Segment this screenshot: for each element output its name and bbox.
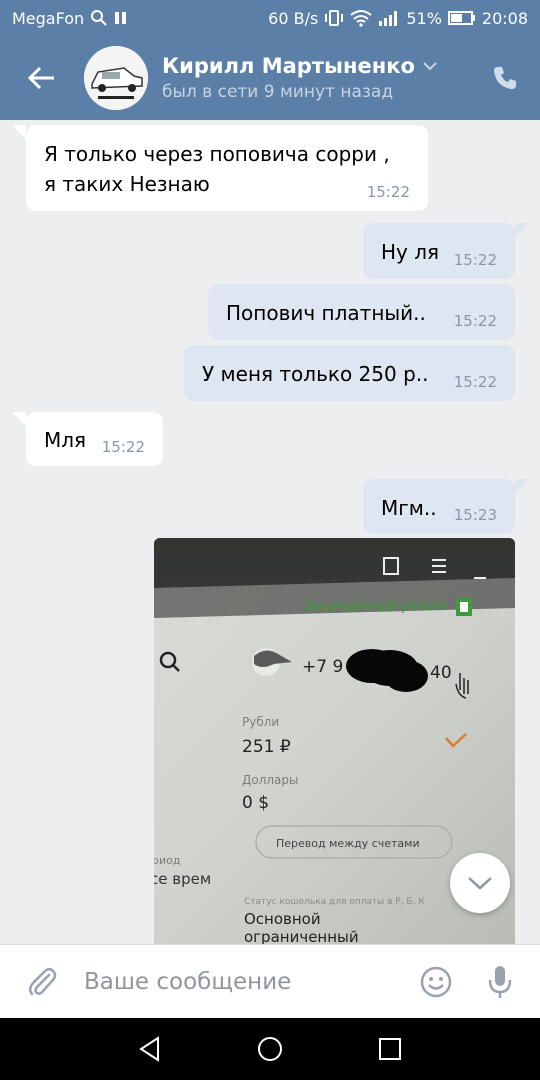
battery-percent: 51% xyxy=(406,8,442,28)
message-text: я таких Незнаю xyxy=(44,172,210,196)
photo-dollars-value: 0 $ xyxy=(242,793,269,813)
photo-secure-mode: Защищённый режим xyxy=(304,599,447,614)
system-nav-bar xyxy=(0,1018,540,1080)
clock: 20:08 xyxy=(481,8,528,28)
message-input[interactable] xyxy=(84,968,404,995)
message-time: 15:22 xyxy=(453,312,497,330)
message-text: Мля xyxy=(44,428,87,452)
emoji-button[interactable] xyxy=(404,945,468,1019)
photo-left-fragment: риод xyxy=(154,854,181,867)
paperclip-icon xyxy=(29,967,57,995)
photo-rubles-value: 251 ₽ xyxy=(242,737,291,757)
battery-icon xyxy=(447,11,476,25)
nav-back-button[interactable] xyxy=(120,1019,180,1079)
attach-button[interactable] xyxy=(0,945,84,1019)
chevron-down-icon xyxy=(423,62,437,71)
nav-home-button[interactable] xyxy=(240,1019,300,1079)
message-composer xyxy=(0,944,540,1018)
photo-phone: +7 9 xyxy=(302,657,343,677)
bubble-tail xyxy=(12,125,26,139)
message-bubble-incoming[interactable]: Мля 15:22 xyxy=(26,412,163,466)
network-speed: 60 B/s xyxy=(268,8,319,28)
message-time: 15:23 xyxy=(453,506,497,524)
photo-dollars-label: Доллары xyxy=(242,773,299,787)
search-icon xyxy=(90,9,108,27)
message-text: Попович платный.. xyxy=(226,301,426,325)
avatar[interactable] xyxy=(84,46,148,110)
pause-icon xyxy=(114,10,128,26)
message-text: У меня только 250 р.. xyxy=(202,362,429,386)
message-bubble-incoming[interactable]: Я только через поповича сорри , я таких … xyxy=(26,125,428,211)
message-text: Ну ля xyxy=(381,240,440,264)
message-time: 15:22 xyxy=(366,183,410,201)
bubble-tail xyxy=(12,412,26,426)
photo-left-fragment: се врем xyxy=(154,870,211,888)
call-button[interactable] xyxy=(470,36,540,120)
message-text: Мгм.. xyxy=(381,496,437,520)
carrier-label: MegaFon xyxy=(12,8,85,28)
message-time: 15:22 xyxy=(101,438,145,456)
phone-icon xyxy=(494,67,516,89)
chat-header: Кирилл Мартыненко был в сети 9 минут наз… xyxy=(0,36,540,120)
status-bar: MegaFon 60 B/s 51% 20:08 xyxy=(0,0,540,36)
signal-icon xyxy=(378,10,400,26)
contact-info[interactable]: Кирилл Мартыненко был в сети 9 минут наз… xyxy=(162,54,470,102)
back-button[interactable] xyxy=(0,36,84,120)
message-list[interactable]: Я только через поповича сорри , я таких … xyxy=(0,120,540,944)
photo-wallet-status: Основной xyxy=(244,910,321,928)
circle-home-icon xyxy=(258,1037,282,1061)
microphone-icon xyxy=(488,965,512,998)
triangle-back-icon xyxy=(139,1036,159,1062)
message-bubble-outgoing[interactable]: Мгм.. 15:23 xyxy=(363,479,515,534)
square-recents-icon xyxy=(379,1038,401,1060)
scroll-down-button[interactable] xyxy=(450,853,510,913)
contact-name: Кирилл Мартыненко xyxy=(162,54,415,78)
wifi-icon xyxy=(350,9,372,27)
photo-rubles-label: Рубли xyxy=(242,715,279,729)
arrow-left-icon xyxy=(28,66,54,90)
photo-phone-tail: 40 xyxy=(430,663,452,683)
bubble-tail xyxy=(515,223,529,237)
message-bubble-outgoing[interactable]: Ну ля 15:22 xyxy=(363,223,515,279)
nav-recents-button[interactable] xyxy=(360,1019,420,1079)
photo-transfer-button: Перевод между счетами xyxy=(276,837,420,850)
photo-wallet-status: ограниченный xyxy=(244,928,359,944)
contact-status: был в сети 9 минут назад xyxy=(162,82,394,102)
bubble-tail xyxy=(515,479,529,493)
message-time: 15:22 xyxy=(453,373,497,391)
chevron-down-icon xyxy=(468,877,492,890)
message-time: 15:22 xyxy=(453,251,497,269)
vibrate-icon xyxy=(324,9,344,27)
message-bubble-outgoing[interactable]: Попович платный.. 15:22 xyxy=(208,284,515,340)
smile-icon xyxy=(420,966,452,997)
message-bubble-outgoing[interactable]: У меня только 250 р.. 15:22 xyxy=(184,345,515,401)
message-text: Я только через поповича сорри , xyxy=(44,142,390,166)
voice-message-button[interactable] xyxy=(468,945,532,1019)
photo-wallet-status-label: Статус кошелька для оплаты в Р, Б, К xyxy=(244,897,425,907)
